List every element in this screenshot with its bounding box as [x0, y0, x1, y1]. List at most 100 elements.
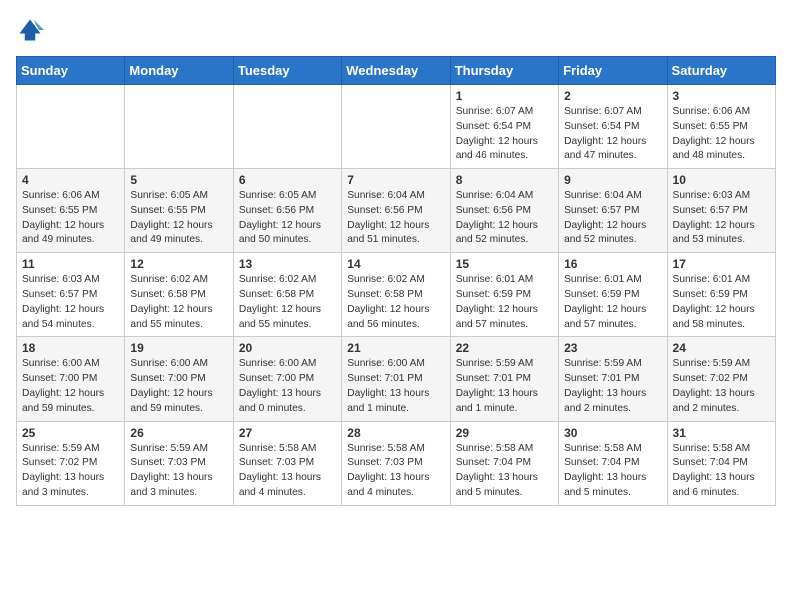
day-info: Sunrise: 5:59 AM Sunset: 7:01 PM Dayligh… — [564, 357, 661, 416]
day-number: 14 — [347, 257, 444, 271]
day-info: Sunrise: 5:58 AM Sunset: 7:03 PM Dayligh… — [347, 442, 444, 501]
day-info: Sunrise: 6:00 AM Sunset: 7:01 PM Dayligh… — [347, 357, 444, 416]
header-row: SundayMondayTuesdayWednesdayThursdayFrid… — [17, 57, 776, 85]
day-info: Sunrise: 6:05 AM Sunset: 6:56 PM Dayligh… — [239, 189, 336, 248]
day-number: 4 — [22, 173, 119, 187]
day-number: 11 — [22, 257, 119, 271]
day-info: Sunrise: 6:07 AM Sunset: 6:54 PM Dayligh… — [564, 105, 661, 164]
calendar-cell: 13 Sunrise: 6:02 AM Sunset: 6:58 PM Dayli… — [233, 253, 341, 337]
day-info: Sunrise: 6:06 AM Sunset: 6:55 PM Dayligh… — [22, 189, 119, 248]
header-cell-saturday: Saturday — [667, 57, 775, 85]
day-info: Sunrise: 6:00 AM Sunset: 7:00 PM Dayligh… — [130, 357, 227, 416]
calendar-cell: 14 Sunrise: 6:02 AM Sunset: 6:58 PM Dayli… — [342, 253, 450, 337]
header-cell-tuesday: Tuesday — [233, 57, 341, 85]
calendar-cell: 7 Sunrise: 6:04 AM Sunset: 6:56 PM Daylig… — [342, 169, 450, 253]
calendar-cell: 19 Sunrise: 6:00 AM Sunset: 7:00 PM Dayli… — [125, 337, 233, 421]
day-number: 25 — [22, 426, 119, 440]
day-info: Sunrise: 6:01 AM Sunset: 6:59 PM Dayligh… — [456, 273, 553, 332]
day-info: Sunrise: 6:02 AM Sunset: 6:58 PM Dayligh… — [130, 273, 227, 332]
day-info: Sunrise: 6:06 AM Sunset: 6:55 PM Dayligh… — [673, 105, 770, 164]
day-number: 31 — [673, 426, 770, 440]
calendar-week-5: 25Sunrise: 5:59 AM Sunset: 7:02 PM Dayli… — [17, 421, 776, 505]
day-number: 15 — [456, 257, 553, 271]
day-info: Sunrise: 6:07 AM Sunset: 6:54 PM Dayligh… — [456, 105, 553, 164]
calendar-cell: 24 Sunrise: 5:59 AM Sunset: 7:02 PM Dayli… — [667, 337, 775, 421]
day-info: Sunrise: 6:00 AM Sunset: 7:00 PM Dayligh… — [22, 357, 119, 416]
logo-icon — [16, 16, 44, 44]
calendar-week-2: 4 Sunrise: 6:06 AM Sunset: 6:55 PM Daylig… — [17, 169, 776, 253]
calendar-cell: 3 Sunrise: 6:06 AM Sunset: 6:55 PM Daylig… — [667, 85, 775, 169]
calendar-header: SundayMondayTuesdayWednesdayThursdayFrid… — [17, 57, 776, 85]
day-number: 17 — [673, 257, 770, 271]
calendar-cell: 17 Sunrise: 6:01 AM Sunset: 6:59 PM Dayli… — [667, 253, 775, 337]
day-info: Sunrise: 5:59 AM Sunset: 7:01 PM Dayligh… — [456, 357, 553, 416]
calendar-week-4: 18 Sunrise: 6:00 AM Sunset: 7:00 PM Dayli… — [17, 337, 776, 421]
calendar-cell: 31Sunrise: 5:58 AM Sunset: 7:04 PM Dayli… — [667, 421, 775, 505]
header-cell-wednesday: Wednesday — [342, 57, 450, 85]
calendar-cell: 12Sunrise: 6:02 AM Sunset: 6:58 PM Dayli… — [125, 253, 233, 337]
calendar-body: 1 Sunrise: 6:07 AM Sunset: 6:54 PM Daylig… — [17, 85, 776, 506]
day-info: Sunrise: 5:58 AM Sunset: 7:04 PM Dayligh… — [456, 442, 553, 501]
page-header — [16, 16, 776, 44]
day-number: 26 — [130, 426, 227, 440]
day-info: Sunrise: 6:04 AM Sunset: 6:56 PM Dayligh… — [347, 189, 444, 248]
calendar-cell: 25Sunrise: 5:59 AM Sunset: 7:02 PM Dayli… — [17, 421, 125, 505]
calendar-cell: 11 Sunrise: 6:03 AM Sunset: 6:57 PM Dayli… — [17, 253, 125, 337]
calendar-cell: 6 Sunrise: 6:05 AM Sunset: 6:56 PM Daylig… — [233, 169, 341, 253]
day-info: Sunrise: 5:58 AM Sunset: 7:04 PM Dayligh… — [564, 442, 661, 501]
calendar-cell: 15 Sunrise: 6:01 AM Sunset: 6:59 PM Dayli… — [450, 253, 558, 337]
calendar-cell: 8 Sunrise: 6:04 AM Sunset: 6:56 PM Daylig… — [450, 169, 558, 253]
day-info: Sunrise: 6:00 AM Sunset: 7:00 PM Dayligh… — [239, 357, 336, 416]
day-info: Sunrise: 6:02 AM Sunset: 6:58 PM Dayligh… — [239, 273, 336, 332]
day-info: Sunrise: 5:59 AM Sunset: 7:02 PM Dayligh… — [673, 357, 770, 416]
day-info: Sunrise: 6:02 AM Sunset: 6:58 PM Dayligh… — [347, 273, 444, 332]
header-cell-thursday: Thursday — [450, 57, 558, 85]
calendar-cell: 22 Sunrise: 5:59 AM Sunset: 7:01 PM Dayli… — [450, 337, 558, 421]
day-info: Sunrise: 6:04 AM Sunset: 6:57 PM Dayligh… — [564, 189, 661, 248]
calendar-table: SundayMondayTuesdayWednesdayThursdayFrid… — [16, 56, 776, 506]
calendar-cell — [125, 85, 233, 169]
calendar-cell: 28 Sunrise: 5:58 AM Sunset: 7:03 PM Dayli… — [342, 421, 450, 505]
calendar-cell: 18 Sunrise: 6:00 AM Sunset: 7:00 PM Dayli… — [17, 337, 125, 421]
day-info: Sunrise: 6:03 AM Sunset: 6:57 PM Dayligh… — [673, 189, 770, 248]
calendar-cell: 26Sunrise: 5:59 AM Sunset: 7:03 PM Dayli… — [125, 421, 233, 505]
day-info: Sunrise: 6:01 AM Sunset: 6:59 PM Dayligh… — [564, 273, 661, 332]
calendar-cell: 23Sunrise: 5:59 AM Sunset: 7:01 PM Dayli… — [559, 337, 667, 421]
day-info: Sunrise: 6:01 AM Sunset: 6:59 PM Dayligh… — [673, 273, 770, 332]
day-number: 18 — [22, 341, 119, 355]
calendar-cell: 27Sunrise: 5:58 AM Sunset: 7:03 PM Dayli… — [233, 421, 341, 505]
day-number: 21 — [347, 341, 444, 355]
day-number: 19 — [130, 341, 227, 355]
day-number: 2 — [564, 89, 661, 103]
day-number: 7 — [347, 173, 444, 187]
day-number: 9 — [564, 173, 661, 187]
calendar-cell: 2 Sunrise: 6:07 AM Sunset: 6:54 PM Daylig… — [559, 85, 667, 169]
day-number: 10 — [673, 173, 770, 187]
calendar-cell — [233, 85, 341, 169]
calendar-week-1: 1 Sunrise: 6:07 AM Sunset: 6:54 PM Daylig… — [17, 85, 776, 169]
day-info: Sunrise: 6:04 AM Sunset: 6:56 PM Dayligh… — [456, 189, 553, 248]
day-number: 8 — [456, 173, 553, 187]
day-info: Sunrise: 6:03 AM Sunset: 6:57 PM Dayligh… — [22, 273, 119, 332]
header-cell-monday: Monday — [125, 57, 233, 85]
calendar-cell: 30 Sunrise: 5:58 AM Sunset: 7:04 PM Dayli… — [559, 421, 667, 505]
calendar-week-3: 11 Sunrise: 6:03 AM Sunset: 6:57 PM Dayli… — [17, 253, 776, 337]
day-number: 6 — [239, 173, 336, 187]
day-number: 1 — [456, 89, 553, 103]
day-number: 22 — [456, 341, 553, 355]
calendar-cell: 16 Sunrise: 6:01 AM Sunset: 6:59 PM Dayli… — [559, 253, 667, 337]
day-number: 3 — [673, 89, 770, 103]
calendar-cell — [17, 85, 125, 169]
day-number: 28 — [347, 426, 444, 440]
calendar-cell: 21 Sunrise: 6:00 AM Sunset: 7:01 PM Dayli… — [342, 337, 450, 421]
calendar-cell: 4 Sunrise: 6:06 AM Sunset: 6:55 PM Daylig… — [17, 169, 125, 253]
day-number: 16 — [564, 257, 661, 271]
day-info: Sunrise: 6:05 AM Sunset: 6:55 PM Dayligh… — [130, 189, 227, 248]
header-cell-friday: Friday — [559, 57, 667, 85]
day-number: 20 — [239, 341, 336, 355]
day-number: 5 — [130, 173, 227, 187]
day-number: 30 — [564, 426, 661, 440]
calendar-cell: 1 Sunrise: 6:07 AM Sunset: 6:54 PM Daylig… — [450, 85, 558, 169]
day-number: 24 — [673, 341, 770, 355]
day-number: 13 — [239, 257, 336, 271]
